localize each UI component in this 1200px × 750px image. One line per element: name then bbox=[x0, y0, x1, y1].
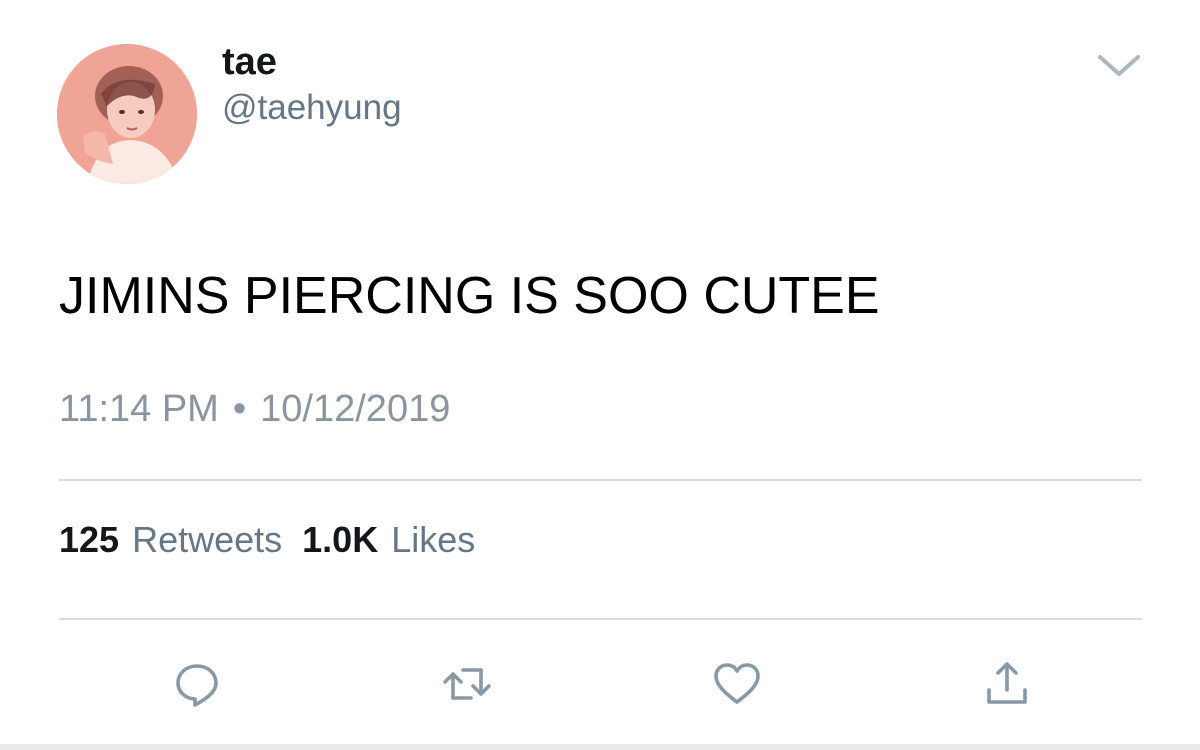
tweet-text: JIMINS PIERCING IS SOO CUTEE bbox=[59, 267, 880, 325]
tweet-stats: 125 Retweets 1.0K Likes bbox=[59, 518, 495, 562]
avatar-photo bbox=[57, 44, 197, 184]
retweets-label[interactable]: Retweets bbox=[132, 518, 282, 562]
reply-icon bbox=[176, 664, 218, 707]
tweet-card: tae @taehyung JIMINS PIERCING IS SOO CUT… bbox=[0, 0, 1200, 750]
tweet-timestamp[interactable]: 11:14 PM • 10/12/2019 bbox=[59, 385, 450, 433]
heart-icon bbox=[714, 663, 760, 704]
share-button[interactable] bbox=[977, 654, 1037, 714]
reply-button[interactable] bbox=[167, 654, 227, 714]
divider bbox=[59, 479, 1142, 481]
timestamp-separator: • bbox=[232, 388, 247, 430]
bottom-edge bbox=[0, 744, 1200, 750]
user-handle[interactable]: @taehyung bbox=[222, 87, 402, 129]
likes-count[interactable]: 1.0K bbox=[302, 518, 378, 562]
chevron-down-icon[interactable] bbox=[1096, 50, 1142, 80]
share-icon bbox=[987, 662, 1027, 704]
retweet-icon bbox=[443, 668, 491, 700]
like-button[interactable] bbox=[707, 654, 767, 714]
display-name[interactable]: tae bbox=[222, 40, 277, 84]
likes-label[interactable]: Likes bbox=[391, 518, 475, 562]
tweet-date: 10/12/2019 bbox=[260, 388, 451, 430]
retweet-button[interactable] bbox=[437, 654, 497, 714]
retweets-count[interactable]: 125 bbox=[59, 518, 119, 562]
avatar[interactable] bbox=[57, 44, 197, 184]
tweet-time: 11:14 PM bbox=[59, 388, 219, 430]
divider bbox=[59, 618, 1142, 620]
